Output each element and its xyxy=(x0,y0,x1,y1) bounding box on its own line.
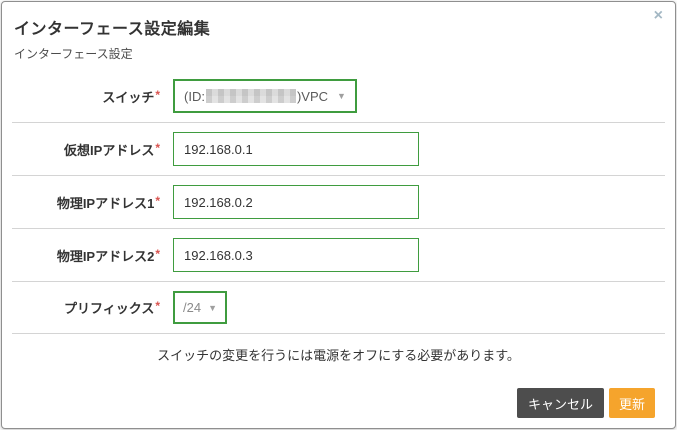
physical-ip2-label: 物理IPアドレス2* xyxy=(2,246,160,265)
required-marker: * xyxy=(155,88,160,102)
switch-id-redacted xyxy=(206,89,296,103)
interface-settings-edit-dialog: × インターフェース設定編集 インターフェース設定 スイッチ* (ID: )VP… xyxy=(1,1,676,429)
prefix-label-text: プリフィックス xyxy=(64,301,154,316)
field-row-physical-ip1: 物理IPアドレス1* xyxy=(2,176,675,228)
power-off-note: スイッチの変更を行うには電源をオフにする必要があります。 xyxy=(2,334,675,374)
switch-value-prefix: (ID: xyxy=(184,89,205,104)
field-row-physical-ip2: 物理IPアドレス2* xyxy=(2,229,675,281)
virtual-ip-input[interactable] xyxy=(173,132,419,166)
update-button[interactable]: 更新 xyxy=(609,388,655,418)
required-marker: * xyxy=(155,299,160,313)
field-row-prefix: プリフィックス* /24 ▼ xyxy=(2,282,675,333)
close-icon[interactable]: × xyxy=(654,8,663,24)
physical-ip1-label: 物理IPアドレス1* xyxy=(2,193,160,212)
required-marker: * xyxy=(155,194,160,208)
prefix-label: プリフィックス* xyxy=(2,298,160,317)
dialog-subtitle: インターフェース設定 xyxy=(14,45,661,62)
field-row-switch: スイッチ* (ID: )VPC ▼ xyxy=(2,64,675,122)
switch-label: スイッチ* xyxy=(2,87,160,106)
switch-value-suffix: )VPC xyxy=(297,89,328,104)
dialog-footer: キャンセル 更新 xyxy=(2,374,675,418)
chevron-down-icon: ▼ xyxy=(208,303,217,313)
virtual-ip-label: 仮想IPアドレス* xyxy=(2,140,160,159)
required-marker: * xyxy=(155,247,160,261)
field-row-virtual-ip: 仮想IPアドレス* xyxy=(2,123,675,175)
dialog-title: インターフェース設定編集 xyxy=(14,15,661,39)
dialog-header: インターフェース設定編集 インターフェース設定 xyxy=(2,2,675,62)
prefix-select[interactable]: /24 ▼ xyxy=(173,291,227,324)
virtual-ip-label-text: 仮想IPアドレス xyxy=(64,143,154,158)
prefix-value: /24 xyxy=(183,300,201,315)
required-marker: * xyxy=(155,141,160,155)
interface-settings-form: スイッチ* (ID: )VPC ▼ 仮想IPアドレス* xyxy=(2,64,675,374)
physical-ip1-input[interactable] xyxy=(173,185,419,219)
switch-label-text: スイッチ xyxy=(102,90,154,105)
physical-ip1-label-text: 物理IPアドレス1 xyxy=(57,196,155,211)
physical-ip2-input[interactable] xyxy=(173,238,419,272)
physical-ip2-label-text: 物理IPアドレス2 xyxy=(57,249,155,264)
chevron-down-icon: ▼ xyxy=(337,91,346,101)
cancel-button[interactable]: キャンセル xyxy=(517,388,604,418)
switch-select[interactable]: (ID: )VPC ▼ xyxy=(173,79,357,113)
